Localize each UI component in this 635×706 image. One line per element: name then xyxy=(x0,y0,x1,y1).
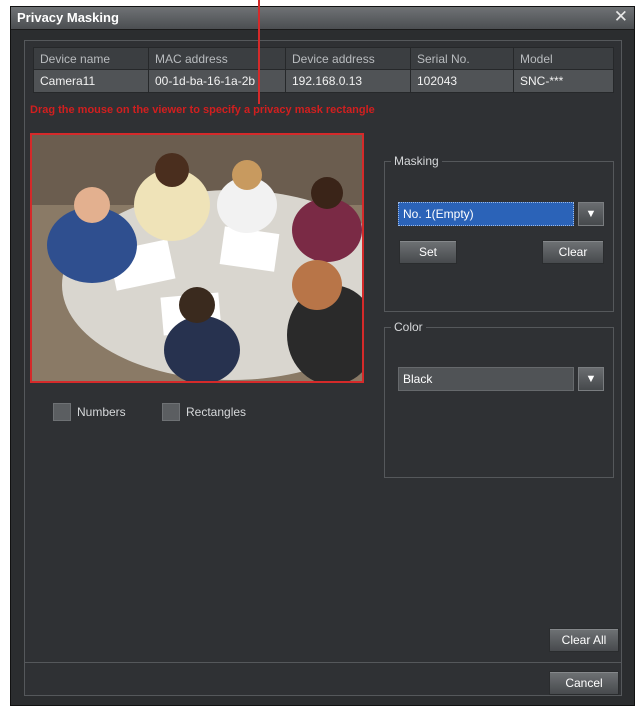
mask-number-select[interactable]: No. 1(Empty) ▼ xyxy=(398,202,604,226)
close-icon[interactable]: ✕ xyxy=(614,8,628,26)
rectangles-checkbox-box[interactable] xyxy=(162,403,180,421)
table-row: Camera11 00-1d-ba-16-1a-2b 192.168.0.13 … xyxy=(33,69,614,93)
rectangles-label: Rectangles xyxy=(186,405,247,419)
table-header-row: Device name MAC address Device address S… xyxy=(33,47,614,70)
color-group: Color xyxy=(384,320,614,478)
cancel-button[interactable]: Cancel xyxy=(549,671,619,695)
color-legend: Color xyxy=(394,320,423,334)
model-cell: SNC-*** xyxy=(513,69,614,93)
camera-image xyxy=(32,135,362,381)
mac-address-cell: 00-1d-ba-16-1a-2b xyxy=(148,69,286,93)
masking-legend: Masking xyxy=(394,154,439,168)
dialog-title: Privacy Masking xyxy=(17,10,119,25)
color-value[interactable]: Black xyxy=(398,367,574,391)
dialog-body: Device name MAC address Device address S… xyxy=(24,40,622,696)
camera-viewer[interactable] xyxy=(30,133,364,383)
device-address-cell: 192.168.0.13 xyxy=(285,69,411,93)
column-header: Device name xyxy=(33,47,149,70)
column-header: Device address xyxy=(285,47,411,70)
instruction-text: Drag the mouse on the viewer to specify … xyxy=(30,104,375,116)
masking-group: Masking xyxy=(384,154,614,312)
color-select[interactable]: Black ▼ xyxy=(398,367,604,391)
clear-button[interactable]: Clear xyxy=(542,240,604,264)
set-button[interactable]: Set xyxy=(399,240,457,264)
chevron-down-icon[interactable]: ▼ xyxy=(578,202,604,226)
chevron-down-icon[interactable]: ▼ xyxy=(578,367,604,391)
numbers-label: Numbers xyxy=(77,405,126,419)
title-bar: Privacy Masking ✕ xyxy=(11,7,634,30)
column-header: Model xyxy=(513,47,614,70)
numbers-checkbox-box[interactable] xyxy=(53,403,71,421)
column-header: MAC address xyxy=(148,47,286,70)
device-name-cell: Camera11 xyxy=(33,69,149,93)
privacy-masking-dialog: Privacy Masking ✕ Device name MAC addres… xyxy=(10,6,635,706)
serial-number-cell: 102043 xyxy=(410,69,514,93)
clear-all-button[interactable]: Clear All xyxy=(549,628,619,652)
mask-number-value[interactable]: No. 1(Empty) xyxy=(398,202,574,226)
callout-line xyxy=(258,0,260,104)
divider xyxy=(25,662,621,663)
device-info-table: Device name MAC address Device address S… xyxy=(33,47,614,93)
column-header: Serial No. xyxy=(410,47,514,70)
